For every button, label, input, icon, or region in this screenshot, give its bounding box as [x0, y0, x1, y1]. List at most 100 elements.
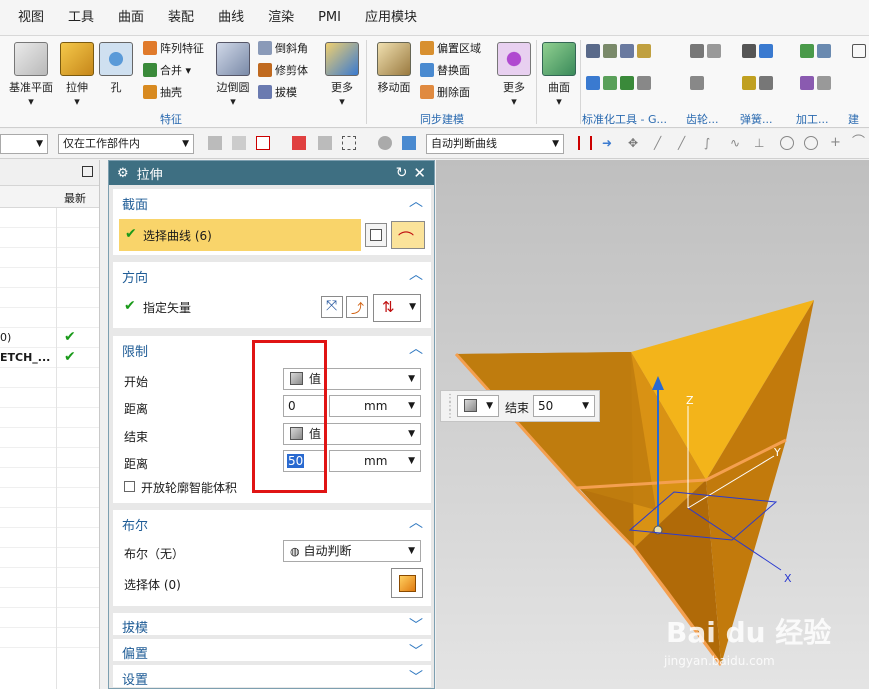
spring-tools[interactable]: [742, 44, 776, 58]
machining-tools-2[interactable]: [800, 76, 834, 90]
machining-tools[interactable]: [800, 44, 834, 58]
table-row[interactable]: [0, 468, 99, 488]
circle-icon[interactable]: [804, 136, 818, 150]
sketch-section-button[interactable]: [365, 223, 387, 247]
table-row[interactable]: [0, 368, 99, 388]
table-row[interactable]: 0) ✔: [0, 328, 99, 348]
tangent-icon[interactable]: ⌒: [852, 136, 866, 150]
shell-button[interactable]: 抽壳: [143, 84, 182, 100]
replace-face-button[interactable]: 替换面: [420, 62, 470, 78]
table-row[interactable]: [0, 288, 99, 308]
close-icon[interactable]: ✕: [413, 164, 426, 182]
table-row[interactable]: [0, 548, 99, 568]
table-row[interactable]: [0, 428, 99, 448]
reset-icon[interactable]: ↻: [396, 165, 408, 181]
scope-combo[interactable]: 仅在工作部件内 ▼: [58, 134, 194, 154]
delete-face-button[interactable]: 删除面: [420, 84, 470, 100]
filter-combo[interactable]: ▼: [0, 134, 48, 154]
menu-surface[interactable]: 曲面: [106, 0, 156, 36]
reverse-direction-button[interactable]: ⤧: [321, 296, 343, 318]
edge-blend-button[interactable]: 边倒圆 ▾: [212, 42, 254, 108]
standard-tools-group-label[interactable]: 标准化工具 - G...: [582, 111, 667, 127]
standard-tool-2[interactable]: [586, 76, 654, 90]
table-row[interactable]: [0, 508, 99, 528]
drag-handle-icon[interactable]: ⋮ ⋮ ⋮: [445, 394, 455, 420]
table-row[interactable]: [0, 208, 99, 228]
table-row[interactable]: [0, 628, 99, 648]
sphere-icon[interactable]: [378, 136, 392, 150]
datum-plane-button[interactable]: 基准平面 ▾: [4, 42, 58, 108]
table-row[interactable]: [0, 488, 99, 508]
chamfer-button[interactable]: 倒斜角: [258, 40, 308, 56]
table-row[interactable]: [0, 448, 99, 468]
table-row[interactable]: [0, 268, 99, 288]
offset-region-button[interactable]: 偏置区域: [420, 40, 481, 56]
direction-header[interactable]: 方向 ︿: [113, 262, 431, 286]
start-unit-dropdown[interactable]: mm ▼: [329, 395, 421, 417]
menu-tools[interactable]: 工具: [56, 0, 106, 36]
pattern-feature-button[interactable]: 阵列特征: [143, 40, 204, 56]
curve-button[interactable]: ⌒: [391, 221, 425, 249]
graphics-viewport[interactable]: X Y Z Bai du 经验 jingyan.baidu.com: [436, 160, 869, 689]
table-row[interactable]: [0, 608, 99, 628]
gear-tools-2[interactable]: [690, 76, 707, 90]
chevron-up-icon[interactable]: ︿: [409, 512, 423, 532]
select-tool-icon[interactable]: [318, 136, 332, 150]
select-all-icon[interactable]: [256, 136, 270, 150]
stop-at-intersection-icon[interactable]: [578, 136, 592, 150]
curve-icon[interactable]: ∫: [704, 136, 718, 150]
chevron-up-icon[interactable]: ︿: [409, 264, 423, 284]
sync-more-button[interactable]: 更多 ▾: [496, 42, 532, 108]
table-row[interactable]: [0, 228, 99, 248]
boolean-dropdown[interactable]: ◍ 自动判断 ▼: [283, 540, 421, 562]
menu-pmi[interactable]: PMI: [306, 0, 353, 36]
extrude-button[interactable]: 拉伸 ▾: [58, 42, 96, 108]
vector-type-dropdown[interactable]: ⇅ ▼: [373, 294, 421, 322]
spring-tools-2[interactable]: [742, 76, 776, 90]
onscreen-end-value[interactable]: 50 ▼: [533, 395, 595, 417]
settings-group[interactable]: 设置 ﹀: [113, 665, 431, 688]
maximize-icon[interactable]: [82, 166, 93, 177]
table-row[interactable]: [0, 588, 99, 608]
snap-point-icon[interactable]: ✥: [628, 136, 642, 150]
table-row[interactable]: [0, 408, 99, 428]
dialog-title-bar[interactable]: ⚙ 拉伸 ↻ ✕: [109, 161, 434, 185]
menu-render[interactable]: 渲染: [256, 0, 306, 36]
standard-tool-1[interactable]: [586, 44, 654, 58]
gear-tools[interactable]: [690, 44, 724, 58]
draft-button[interactable]: 拔模: [258, 84, 297, 100]
rectangle-select-icon[interactable]: [342, 136, 356, 150]
menu-view[interactable]: 视图: [6, 0, 56, 36]
menu-assembly[interactable]: 装配: [156, 0, 206, 36]
circle-center-icon[interactable]: [780, 136, 794, 150]
cube-icon[interactable]: [402, 136, 416, 150]
menu-curve[interactable]: 曲线: [206, 0, 256, 36]
line-icon[interactable]: ╱: [678, 136, 692, 150]
column-latest[interactable]: 最新: [64, 190, 86, 206]
chevron-up-icon[interactable]: ︿: [409, 338, 423, 358]
assembly-filter-icon[interactable]: [208, 136, 222, 150]
chevron-up-icon[interactable]: ︿: [409, 191, 423, 211]
move-face-button[interactable]: 移动面: [372, 42, 416, 95]
spring-group-label[interactable]: 弹簧...: [740, 111, 773, 127]
select-body-button[interactable]: [391, 568, 423, 598]
snap-icon[interactable]: [232, 136, 246, 150]
perpendicular-icon[interactable]: ⊥: [754, 136, 768, 150]
draft-group[interactable]: 拔模 ﹀: [113, 613, 431, 636]
curve-rule-combo[interactable]: 自动判断曲线 ▼: [426, 134, 564, 154]
follow-arrow-icon[interactable]: ➜: [602, 136, 616, 150]
line-icon[interactable]: ╱: [654, 136, 668, 150]
boolean-header[interactable]: 布尔 ︿: [113, 510, 431, 534]
table-row[interactable]: [0, 248, 99, 268]
end-unit-dropdown[interactable]: mm ▼: [329, 450, 421, 472]
chevron-down-icon[interactable]: ﹀: [409, 641, 423, 661]
offset-group[interactable]: 偏置 ﹀: [113, 639, 431, 662]
machining-group-label[interactable]: 加工...: [796, 111, 829, 127]
plus-icon[interactable]: +: [830, 136, 844, 150]
table-row[interactable]: [0, 388, 99, 408]
unite-button[interactable]: 合并 ▾: [143, 62, 191, 78]
vector-dialog-button[interactable]: ⤴: [346, 296, 368, 318]
menu-application[interactable]: 应用模块: [353, 0, 429, 36]
wave-icon[interactable]: ∿: [730, 136, 744, 150]
build-tool[interactable]: [852, 44, 869, 58]
